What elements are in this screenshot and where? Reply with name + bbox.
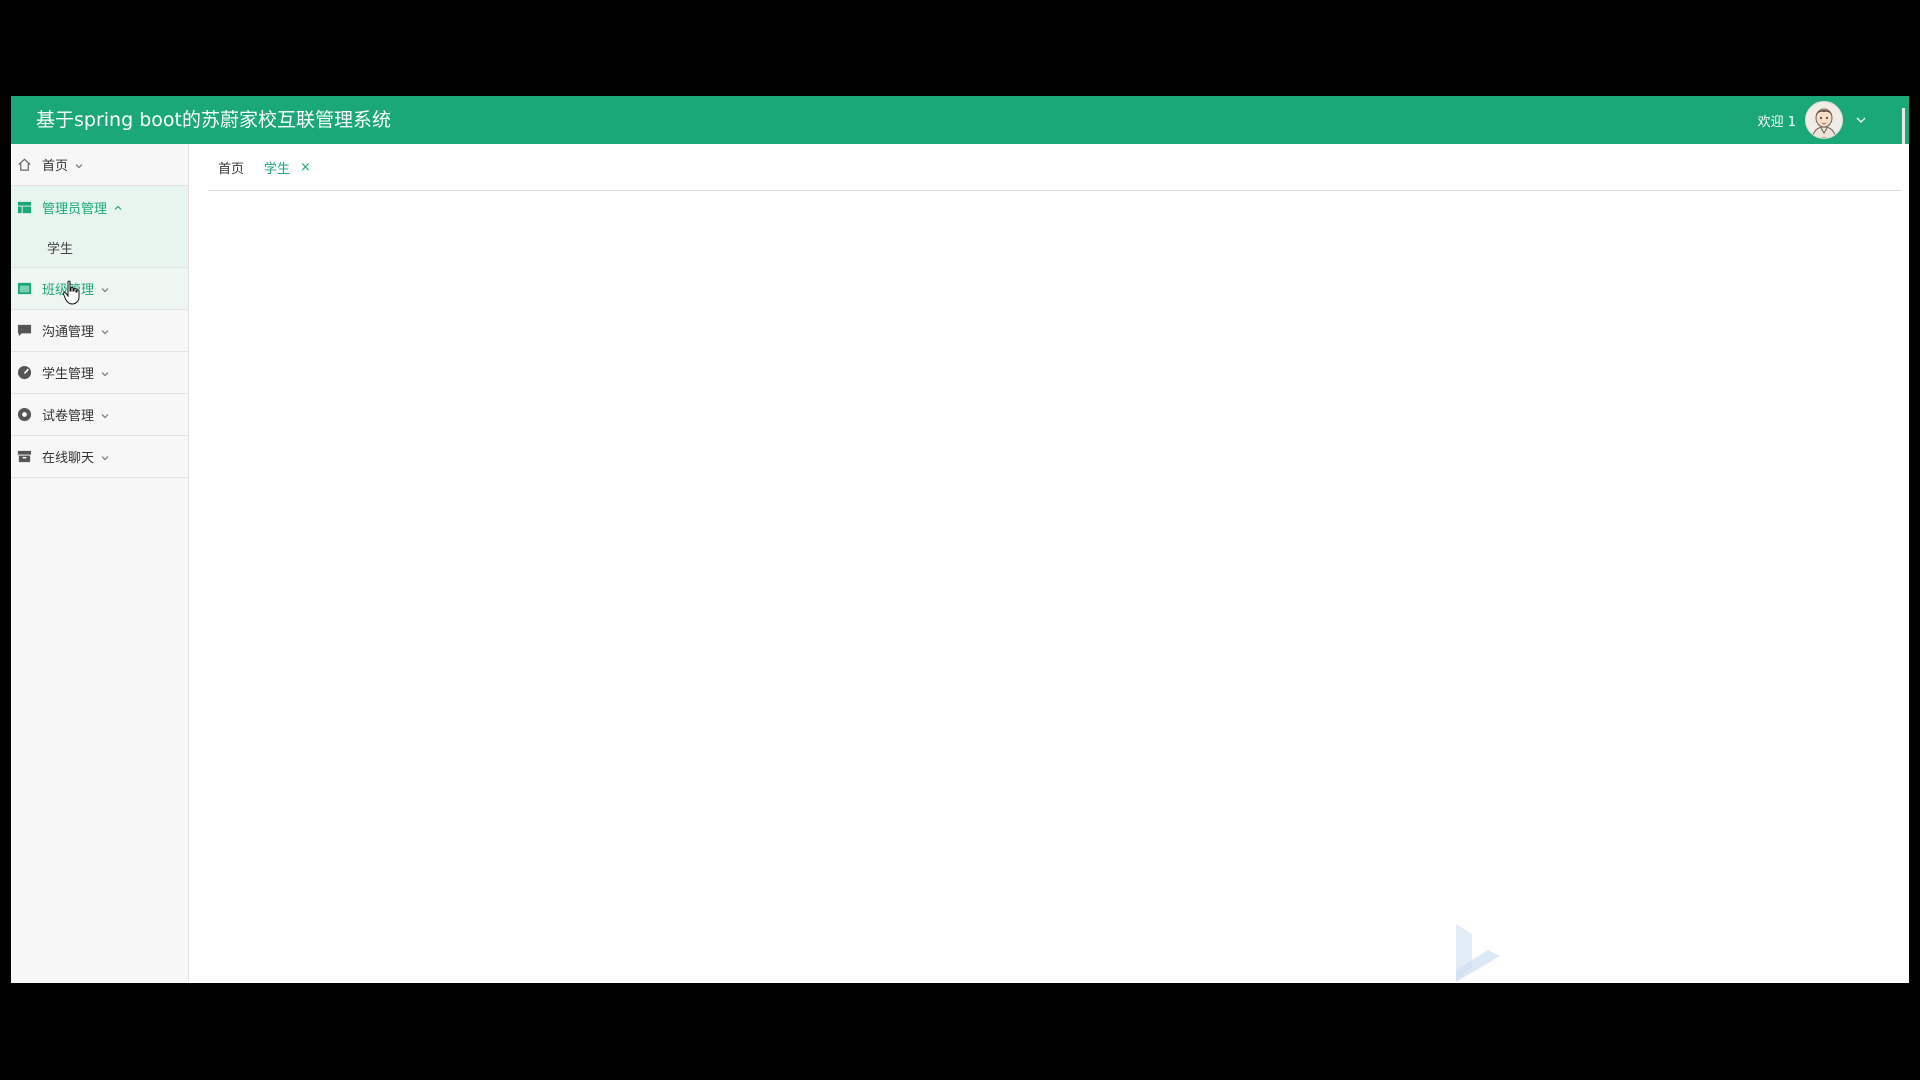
sidebar: 首页 管理员管理 学生 班级管理 — [11, 144, 189, 983]
app-title: 基于spring boot的苏蔚家校互联管理系统 — [36, 109, 391, 131]
sidebar-item-class[interactable]: 班级管理 — [11, 268, 188, 310]
chevron-down-icon — [100, 452, 110, 462]
sidebar-item-label: 试卷管理 — [42, 409, 95, 424]
sidebar-item-label: 沟通管理 — [42, 325, 95, 340]
hand-cursor-icon — [62, 280, 80, 305]
sidebar-item-label: 首页 — [42, 159, 69, 174]
app-window: 基于spring boot的苏蔚家校互联管理系统 欢迎 1 首页 管理员管理 学… — [11, 96, 1909, 983]
sidebar-item-chat[interactable]: 在线聊天 — [11, 436, 188, 478]
sidebar-item-communication[interactable]: 沟通管理 — [11, 310, 188, 352]
chevron-down-icon — [100, 326, 110, 336]
chevron-down-icon — [100, 368, 110, 378]
welcome-text: 欢迎 1 — [1757, 114, 1796, 130]
sidebar-item-student-mgmt[interactable]: 学生管理 — [11, 352, 188, 394]
user-menu[interactable]: 欢迎 1 — [1758, 96, 1867, 144]
archive-icon — [17, 449, 32, 464]
chevron-down-icon — [100, 410, 110, 420]
sidebar-subitem-label: 学生 — [47, 242, 74, 257]
main-content: 首页 学生 × — [189, 144, 1909, 983]
sidebar-item-home[interactable]: 首页 — [11, 144, 188, 186]
tab-home[interactable]: 首页 — [208, 144, 254, 190]
user-avatar-icon[interactable] — [1805, 101, 1843, 139]
sidebar-item-label: 在线聊天 — [42, 451, 95, 466]
comment-icon — [17, 323, 32, 338]
sidebar-subitem-student[interactable]: 学生 — [11, 228, 188, 268]
sidebar-item-label: 管理员管理 — [42, 201, 108, 217]
play-watermark-icon — [1456, 924, 1500, 982]
tab-student[interactable]: 学生 × — [254, 144, 321, 190]
record-icon — [17, 407, 32, 422]
chevron-down-icon — [74, 160, 84, 170]
sidebar-item-admin[interactable]: 管理员管理 — [11, 186, 188, 228]
top-header: 基于spring boot的苏蔚家校互联管理系统 欢迎 1 — [11, 96, 1909, 144]
chevron-up-icon — [113, 202, 123, 212]
folder-icon — [17, 281, 32, 296]
dashboard-icon — [17, 365, 32, 380]
home-icon — [17, 157, 32, 172]
tab-label: 学生 — [264, 161, 291, 177]
tab-bar: 首页 学生 × — [208, 144, 1901, 191]
chevron-down-icon — [100, 284, 110, 294]
layout-icon — [17, 200, 32, 215]
tab-label: 首页 — [218, 161, 245, 177]
sidebar-item-exam[interactable]: 试卷管理 — [11, 394, 188, 436]
sidebar-item-label: 学生管理 — [42, 367, 95, 382]
close-icon[interactable]: × — [300, 160, 311, 175]
chevron-down-icon[interactable] — [1855, 114, 1867, 126]
